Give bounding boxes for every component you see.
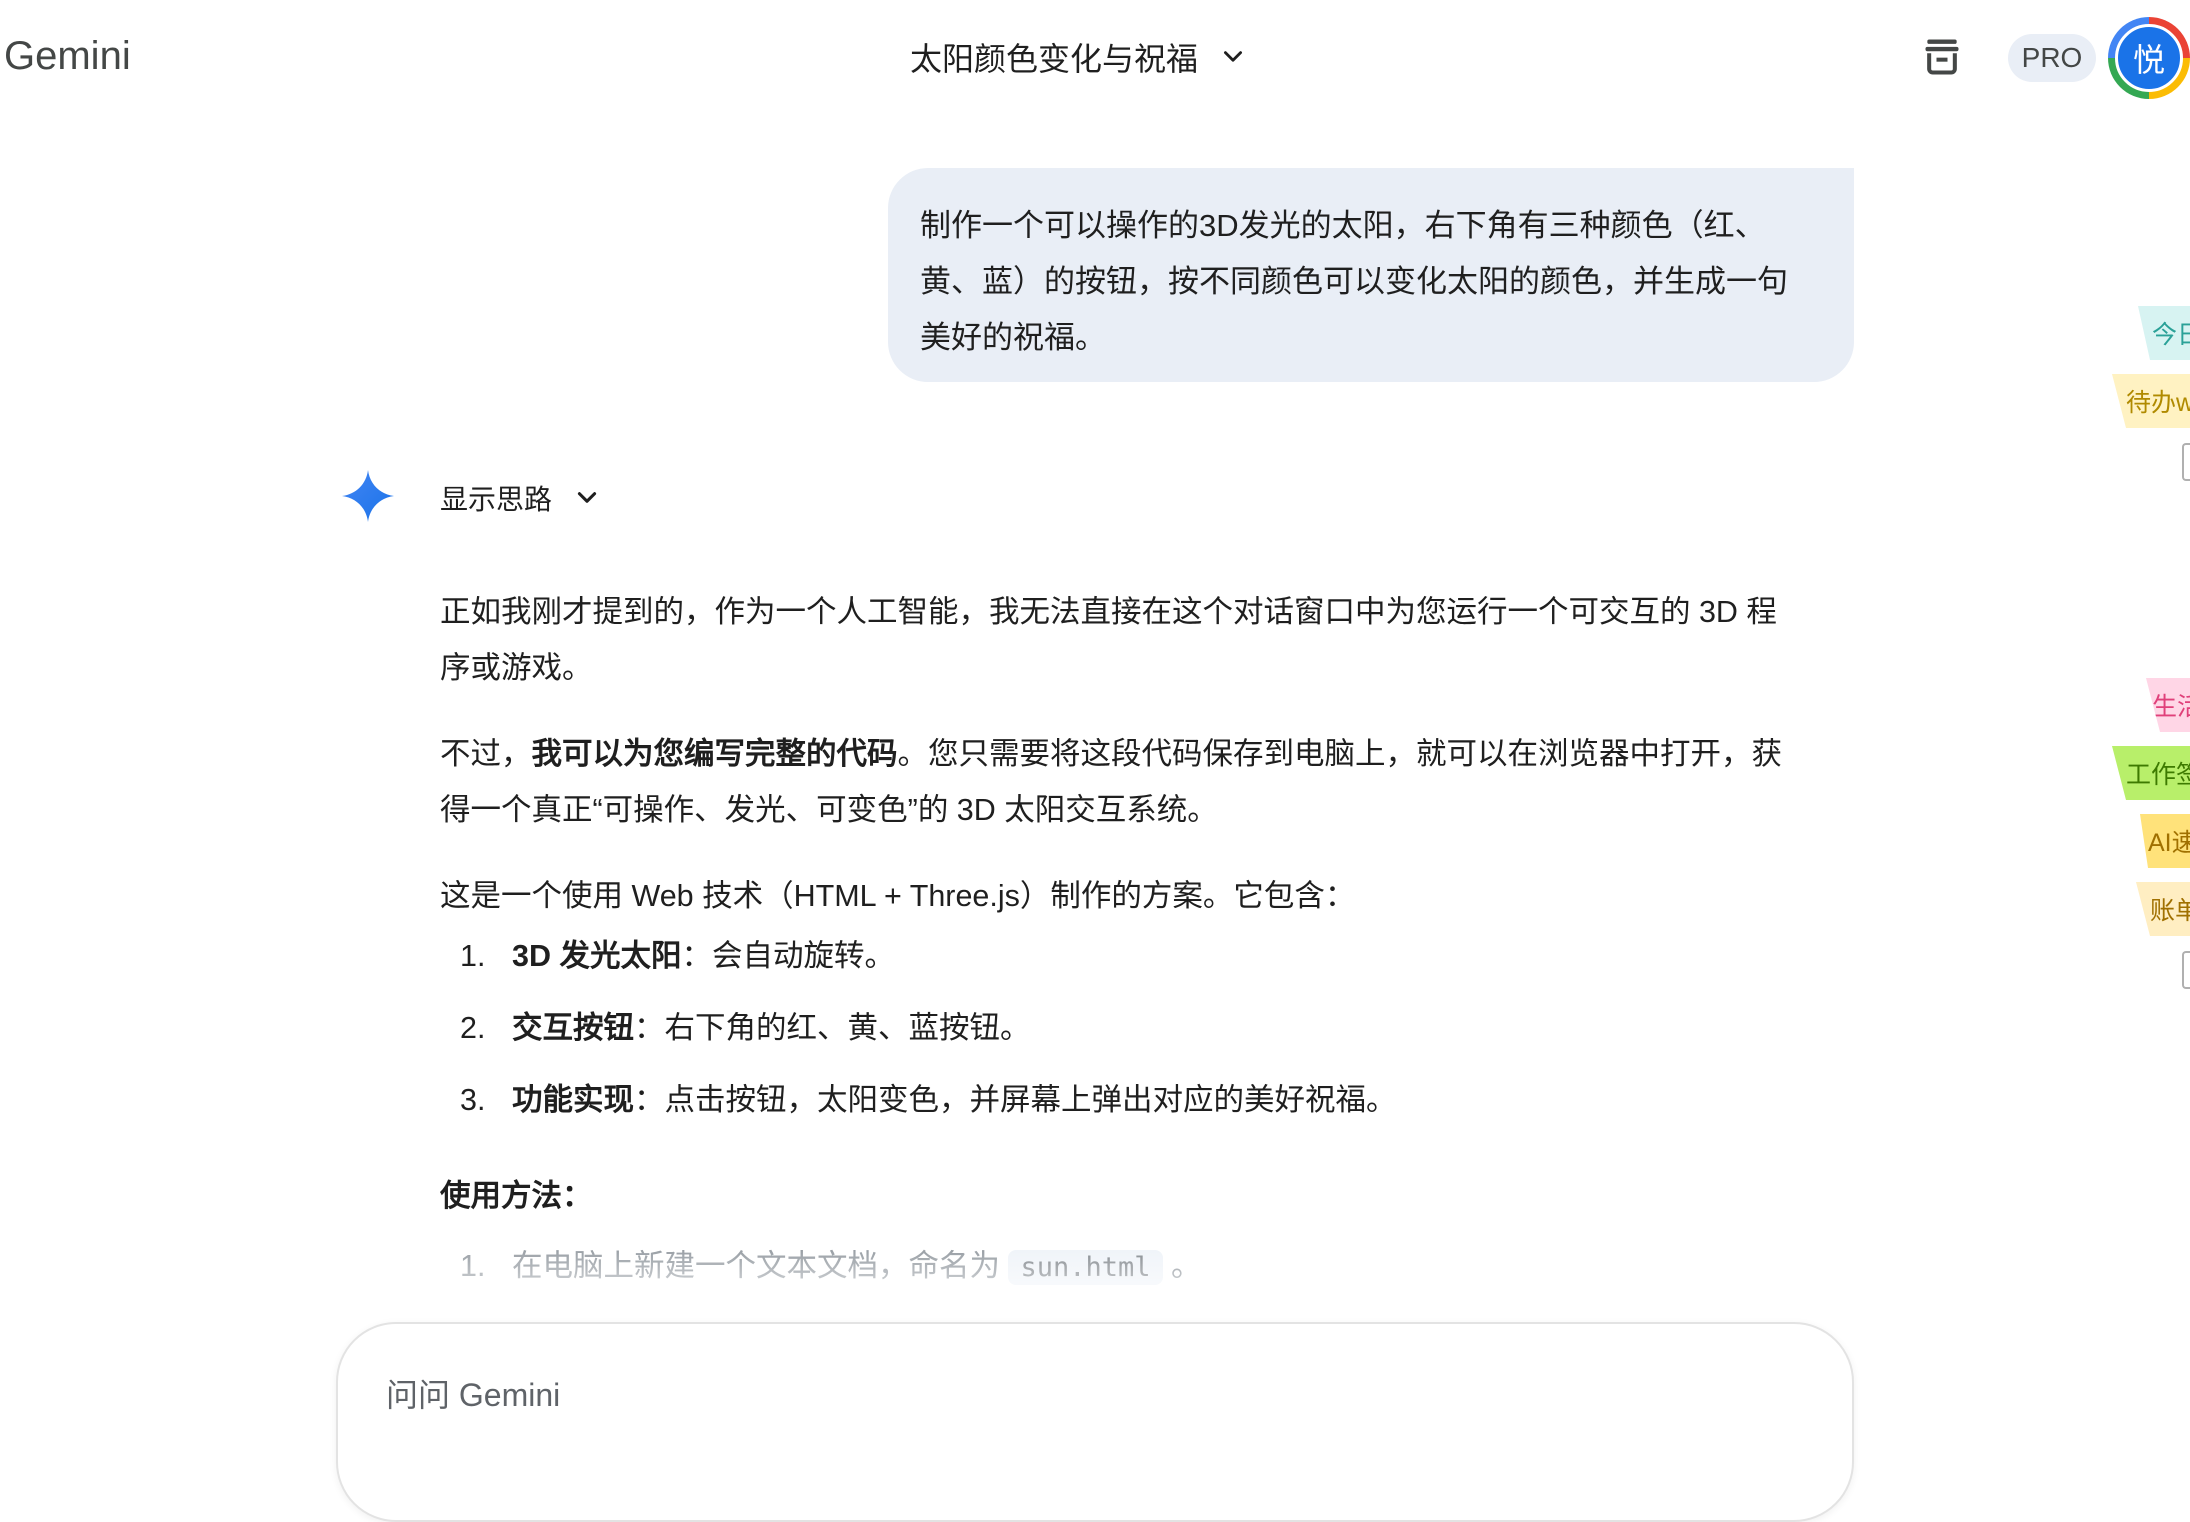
user-message-line: 美好的祝福。 — [920, 320, 1106, 355]
user-message-line: 黄、蓝）的按钮，按不同颜色可以变化太阳的颜色，并生成一句 — [920, 264, 1788, 299]
response-body: 正如我刚才提到的，作为一个人工智能，我无法直接在这个对话窗口中为您运行一个可交互… — [440, 584, 1860, 1312]
list-item: 2. 交互按钮：右下角的红、黄、蓝按钮。 — [440, 1000, 1860, 1056]
list-item: 1. 在电脑上新建一个文本文档，命名为 sun.html 。 — [440, 1238, 1860, 1296]
side-tag-handle[interactable] — [2182, 443, 2190, 481]
list-item: 1. 3D 发光太阳：会自动旋转。 — [440, 928, 1860, 984]
list-number: 3. — [460, 1083, 486, 1117]
list-item-text: 在电脑上新建一个文本文档，命名为 — [512, 1249, 1009, 1283]
list-item-desc: ：右下角的红、黄、蓝按钮。 — [634, 1011, 1031, 1045]
list-number: 1. — [460, 939, 486, 973]
show-thoughts-label: 显示思路 — [440, 484, 553, 515]
list-number: 2. — [460, 1011, 486, 1045]
chevron-down-icon — [577, 492, 597, 503]
response-text: 正如我刚才提到的，作为一个人工智能，我无法直接在这个对话窗口中为您运行一个可交互… — [440, 595, 1777, 629]
response-text: 。您只需要将这段代码保存到电脑上，就可以在浏览器中打开，获 — [897, 737, 1783, 771]
delete-icon[interactable] — [1920, 34, 1964, 78]
response-text: 序或游戏。 — [440, 651, 593, 685]
response-paragraph: 不过，我可以为您编写完整的代码。您只需要将这段代码保存到电脑上，就可以在浏览器中… — [440, 726, 1860, 838]
list-item-desc: ：点击按钮，太阳变色，并屏幕上弹出对应的美好祝福。 — [634, 1083, 1397, 1117]
inline-code: sun.html — [1008, 1250, 1163, 1285]
conversation-title: 太阳颜色变化与祝福 — [910, 41, 1199, 77]
list-item-title: 功能实现 — [512, 1083, 634, 1117]
side-tag-work[interactable]: 工作签 — [2112, 746, 2190, 800]
side-tag-bill[interactable]: 账单 — [2136, 882, 2190, 936]
response-paragraph: 正如我刚才提到的，作为一个人工智能，我无法直接在这个对话窗口中为您运行一个可交互… — [440, 584, 1860, 696]
usage-steps-list: 1. 在电脑上新建一个文本文档，命名为 sun.html 。 — [440, 1238, 1860, 1296]
feature-list: 1. 3D 发光太阳：会自动旋转。 2. 交互按钮：右下角的红、黄、蓝按钮。 3… — [440, 928, 1860, 1128]
list-number: 1. — [460, 1249, 486, 1283]
side-tag-todo[interactable]: 待办w — [2112, 374, 2190, 428]
chevron-down-icon — [1224, 51, 1243, 62]
response-text: 不过， — [440, 737, 532, 771]
gemini-sparkle-icon — [342, 470, 394, 522]
user-message-bubble: 制作一个可以操作的3D发光的太阳，右下角有三种颜色（红、 黄、蓝）的按钮，按不同… — [888, 168, 1854, 382]
list-item-title: 3D 发光太阳 — [512, 939, 682, 973]
show-thoughts-toggle[interactable]: 显示思路 — [440, 478, 600, 518]
user-message-line: 制作一个可以操作的3D发光的太阳，右下角有三种颜色（红、 — [920, 208, 1766, 243]
side-tag-life[interactable]: 生活 — [2146, 678, 2190, 732]
list-item-desc: ：会自动旋转。 — [681, 939, 895, 973]
pro-badge[interactable]: PRO — [2008, 34, 2096, 82]
list-item-title: 交互按钮 — [512, 1011, 634, 1045]
side-tag-today[interactable]: 今日 — [2138, 306, 2190, 360]
conversation-title-dropdown[interactable]: 太阳颜色变化与祝福 — [910, 34, 1246, 80]
response-bold-text: 我可以为您编写完整的代码 — [531, 737, 898, 771]
prompt-placeholder: 问问 Gemini — [386, 1377, 561, 1413]
list-item-suffix: 。 — [1162, 1249, 1202, 1283]
side-tag-handle[interactable] — [2182, 951, 2190, 989]
response-text: 得一个真正“可操作、发光、可变色”的 3D 太阳交互系统。 — [440, 793, 1218, 827]
response-paragraph: 这是一个使用 Web 技术（HTML + Three.js）制作的方案。它包含： — [440, 879, 1356, 913]
prompt-input[interactable] — [336, 1322, 1854, 1522]
avatar[interactable]: 悦 — [2115, 24, 2183, 92]
gemini-logo[interactable]: Gemini — [4, 34, 131, 79]
list-item: 3. 功能实现：点击按钮，太阳变色，并屏幕上弹出对应的美好祝福。 — [440, 1072, 1860, 1128]
side-tag-ai[interactable]: AI速 — [2140, 814, 2190, 868]
usage-heading: 使用方法： — [440, 1179, 593, 1213]
